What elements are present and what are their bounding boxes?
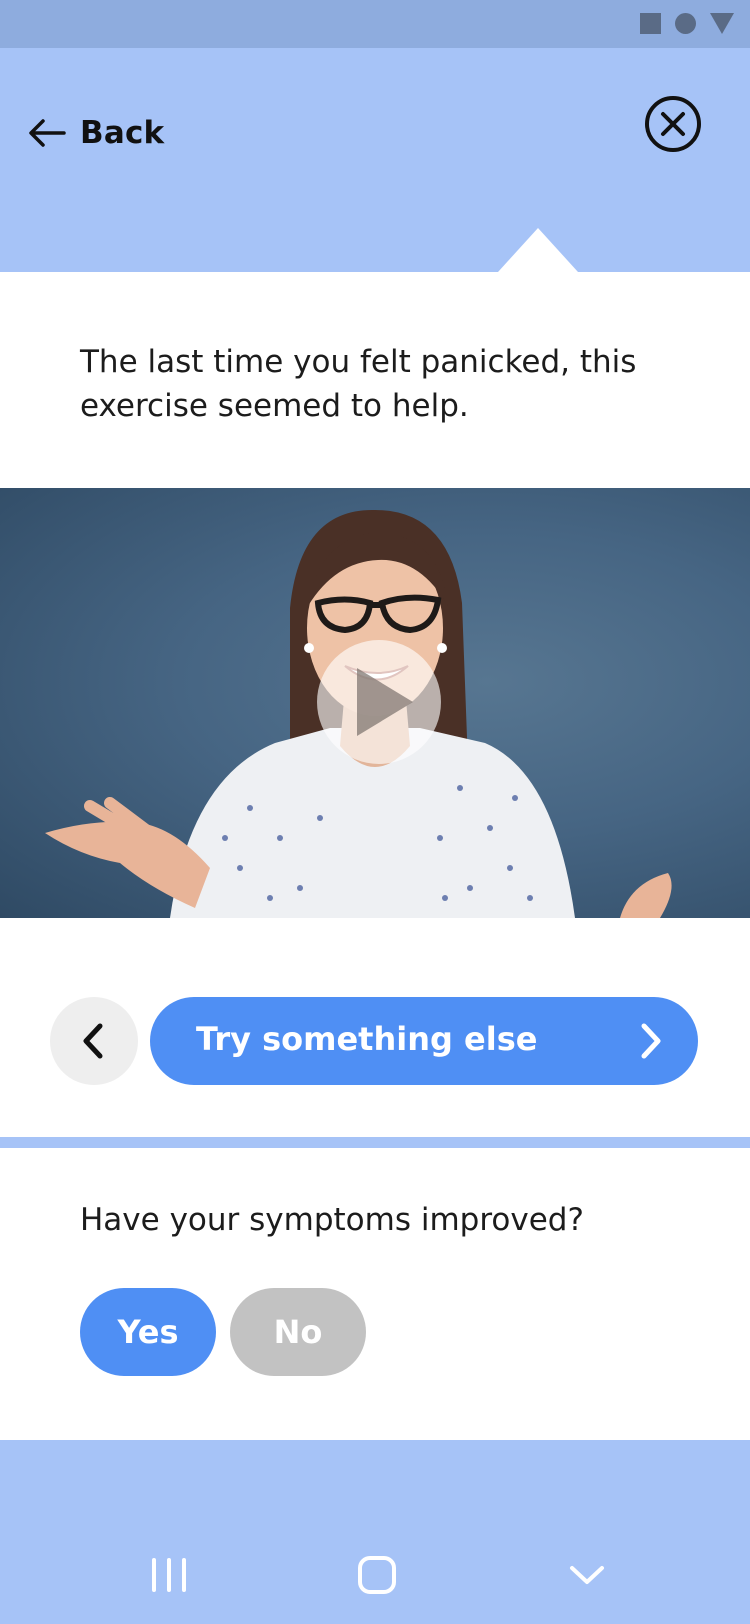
back-button[interactable]: Back	[28, 108, 164, 158]
home-icon[interactable]	[352, 1550, 402, 1600]
close-circle-icon[interactable]	[644, 95, 702, 153]
header: Back	[0, 48, 750, 272]
square-status-icon	[640, 13, 661, 34]
previous-button[interactable]	[50, 997, 138, 1085]
try-something-else-label: Try something else	[196, 1020, 538, 1058]
chevron-left-icon	[83, 1023, 103, 1059]
section-divider	[0, 1137, 750, 1148]
pointer-notch	[498, 228, 578, 272]
chevron-down-icon[interactable]	[562, 1550, 612, 1600]
system-nav-bar	[0, 1440, 750, 1624]
back-label: Back	[80, 115, 165, 151]
recents-icon[interactable]	[144, 1550, 194, 1600]
chevron-right-icon	[641, 1023, 661, 1059]
suggestion-text: The last time you felt panicked, this ex…	[80, 344, 637, 424]
survey-question: Have your symptoms improved?	[80, 1202, 584, 1238]
arrow-left-icon	[29, 119, 66, 147]
try-something-else-button[interactable]: Try something else	[150, 997, 698, 1085]
content-card: The last time you felt panicked, this ex…	[0, 272, 750, 1137]
exercise-video[interactable]	[0, 488, 750, 918]
triangle-status-icon	[710, 13, 734, 34]
symptom-survey: Have your symptoms improved? Yes No	[0, 1148, 750, 1440]
play-button[interactable]	[317, 640, 441, 764]
circle-status-icon	[675, 13, 696, 34]
no-button[interactable]: No	[230, 1288, 366, 1376]
play-icon	[357, 668, 413, 736]
status-icons	[640, 13, 734, 34]
yes-button[interactable]: Yes	[80, 1288, 216, 1376]
status-bar	[0, 0, 750, 48]
